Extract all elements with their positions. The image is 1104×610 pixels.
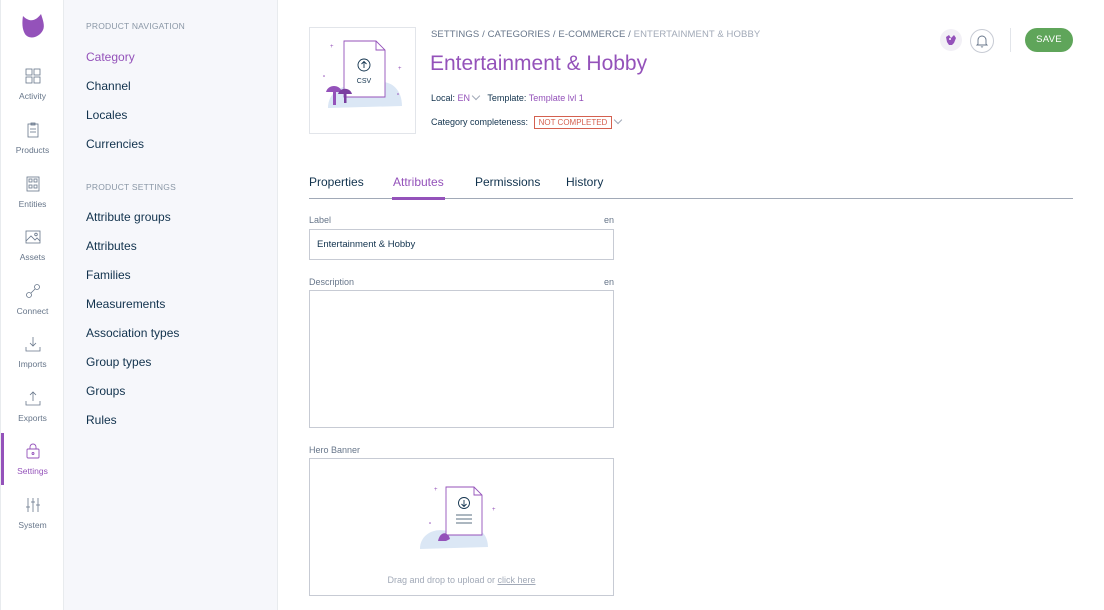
subnav-item-attribute-groups[interactable]: Attribute groups bbox=[86, 210, 171, 224]
svg-text:+: + bbox=[492, 507, 496, 513]
description-textarea[interactable] bbox=[309, 290, 614, 428]
breadcrumb-ecommerce[interactable]: E-COMMERCE bbox=[558, 29, 625, 40]
template-label: Template: bbox=[487, 93, 527, 103]
subnav-item-group-types[interactable]: Group types bbox=[86, 355, 151, 369]
entities-icon bbox=[26, 176, 39, 192]
tab-permissions[interactable]: Permissions bbox=[475, 175, 540, 199]
hero-banner-dropzone[interactable]: + + Drag and drop to upload or click her… bbox=[309, 458, 614, 596]
rail-label-system: System bbox=[18, 520, 47, 530]
breadcrumb-separator: / bbox=[628, 29, 631, 40]
tab-properties[interactable]: Properties bbox=[309, 175, 364, 199]
subnav-item-currencies[interactable]: Currencies bbox=[86, 137, 144, 151]
products-icon bbox=[27, 122, 38, 138]
csv-file-illustration: CSV + + bbox=[323, 40, 402, 108]
rail-label-exports: Exports bbox=[18, 413, 47, 423]
breadcrumb-categories[interactable]: CATEGORIES bbox=[488, 29, 551, 40]
rail-label-assets: Assets bbox=[19, 252, 46, 262]
hero-banner-title: Hero Banner bbox=[309, 445, 361, 455]
rail-label-connect: Connect bbox=[16, 306, 49, 316]
breadcrumb-separator: / bbox=[482, 29, 485, 40]
dropzone-click-here-link[interactable]: click here bbox=[498, 575, 536, 585]
rail-label-settings: Settings bbox=[17, 466, 48, 476]
user-avatar-illustration bbox=[940, 29, 962, 51]
subnav-item-attributes[interactable]: Attributes bbox=[86, 239, 137, 253]
subnav-item-measurements[interactable]: Measurements bbox=[86, 297, 165, 311]
svg-text:+: + bbox=[330, 44, 334, 50]
completeness-badge: NOT COMPLETED bbox=[533, 116, 613, 129]
tab-history[interactable]: History bbox=[566, 175, 603, 199]
bell-icon bbox=[975, 35, 989, 48]
section-title-product-navigation: PRODUCT NAVIGATION bbox=[86, 21, 185, 31]
category-tabs: Properties Attributes Permissions Histor… bbox=[309, 170, 1073, 200]
subnav-item-association-types[interactable]: Association types bbox=[86, 326, 179, 340]
template-link[interactable]: Template lvl 1 bbox=[529, 93, 584, 103]
page-title: Entertainment & Hobby bbox=[430, 52, 648, 75]
rail-item-entities[interactable]: Entities bbox=[1, 176, 64, 226]
breadcrumb-settings[interactable]: SETTINGS bbox=[431, 29, 479, 40]
breadcrumb-separator: / bbox=[552, 29, 556, 40]
settings-icon bbox=[26, 443, 39, 459]
system-icon bbox=[25, 498, 40, 512]
label-field-title: Label bbox=[309, 215, 332, 225]
assets-icon bbox=[25, 230, 40, 244]
save-button[interactable]: SAVE bbox=[1025, 28, 1073, 52]
rail-item-activity[interactable]: Activity bbox=[1, 68, 64, 118]
rail-item-system[interactable]: System bbox=[1, 497, 64, 547]
subnav-item-families[interactable]: Families bbox=[86, 268, 131, 282]
rail-label-products: Products bbox=[15, 145, 50, 155]
category-thumbnail: CSV + + bbox=[309, 27, 416, 134]
section-title-product-settings: PRODUCT SETTINGS bbox=[86, 182, 176, 192]
rail-label-activity: Activity bbox=[19, 91, 46, 101]
upload-illustration: + + bbox=[420, 486, 496, 549]
akeneo-logo[interactable] bbox=[21, 12, 47, 40]
header-divider bbox=[1010, 28, 1011, 52]
dropzone-text: Drag and drop to upload or click here bbox=[310, 575, 613, 585]
subnav-item-locales[interactable]: Locales bbox=[86, 108, 127, 122]
description-field-title: Description bbox=[309, 277, 355, 287]
svg-text:+: + bbox=[434, 487, 438, 493]
subnav-item-groups[interactable]: Groups bbox=[86, 384, 125, 398]
rail-item-assets[interactable]: Assets bbox=[1, 229, 64, 279]
activity-icon bbox=[25, 68, 40, 84]
svg-text:+: + bbox=[398, 66, 402, 72]
settings-subnav: PRODUCT NAVIGATION Category Channel Loca… bbox=[64, 0, 278, 610]
completeness-row: Category completeness: NOT COMPLETED bbox=[431, 115, 627, 129]
rail-item-products[interactable]: Products bbox=[1, 122, 64, 172]
subnav-item-channel[interactable]: Channel bbox=[86, 79, 131, 93]
thumb-csv-text: CSV bbox=[357, 78, 372, 85]
rail-label-imports: Imports bbox=[18, 359, 47, 369]
locale-switcher[interactable]: EN bbox=[458, 93, 471, 103]
locale-label: Local: bbox=[431, 93, 456, 103]
label-field-locale: en bbox=[603, 215, 614, 225]
main-menu: Activity Products Entities Assets Connec… bbox=[0, 0, 64, 610]
exports-icon bbox=[25, 391, 40, 406]
locale-template-row: Local: EN Template: Template lvl 1 bbox=[431, 91, 584, 103]
rail-item-imports[interactable]: Imports bbox=[1, 336, 64, 386]
tab-attributes[interactable]: Attributes bbox=[392, 175, 445, 200]
chevron-down-icon[interactable] bbox=[471, 91, 481, 101]
subnav-item-rules[interactable]: Rules bbox=[86, 413, 117, 427]
imports-icon bbox=[25, 337, 40, 352]
description-field-locale: en bbox=[603, 277, 614, 287]
completeness-label: Category completeness: bbox=[431, 117, 529, 127]
subnav-item-category[interactable]: Category bbox=[86, 50, 135, 64]
notifications-bell-icon[interactable] bbox=[970, 29, 994, 53]
breadcrumb: SETTINGS / CATEGORIES / E-COMMERCE / ENT… bbox=[431, 29, 760, 40]
rail-label-entities: Entities bbox=[18, 199, 47, 209]
connect-icon bbox=[25, 284, 40, 298]
dropzone-instructions: Drag and drop to upload or bbox=[387, 575, 498, 585]
user-avatar-icon[interactable] bbox=[940, 29, 962, 51]
rail-item-connect[interactable]: Connect bbox=[1, 283, 64, 333]
breadcrumb-current: ENTERTAINMENT & HOBBY bbox=[633, 29, 761, 40]
rail-item-settings[interactable]: Settings bbox=[1, 433, 64, 486]
label-input[interactable] bbox=[309, 229, 614, 260]
completeness-chevron-down-icon[interactable] bbox=[614, 115, 623, 125]
